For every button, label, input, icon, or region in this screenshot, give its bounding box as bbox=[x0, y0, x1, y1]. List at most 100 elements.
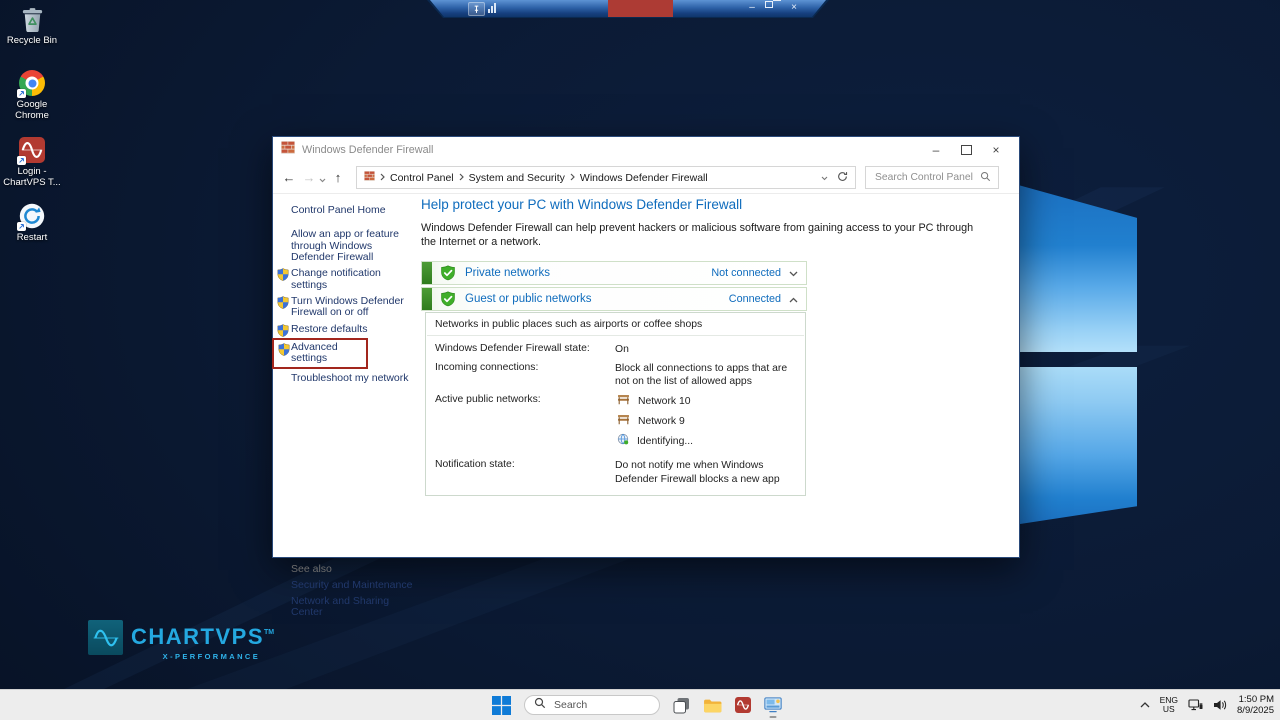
public-network-bench-icon bbox=[617, 414, 630, 429]
sidebar-link-network-and-sharing-center[interactable]: Network and Sharing Center bbox=[291, 596, 421, 619]
see-also-header: See also bbox=[291, 564, 421, 575]
up-button[interactable]: ↑ bbox=[328, 170, 348, 185]
rdp-connection-bar[interactable]: – × bbox=[430, 0, 826, 17]
sidebar-link-security-and-maintenance[interactable]: Security and Maintenance bbox=[291, 580, 421, 591]
desktop-icon-label: Recycle Bin bbox=[0, 36, 64, 47]
incoming-connections-value: Block all connections to apps that are n… bbox=[615, 362, 796, 389]
desktop-icon-recycle-bin[interactable]: Recycle Bin bbox=[0, 6, 64, 47]
window-main-content: Help protect your PC with Windows Defend… bbox=[421, 197, 1021, 496]
address-dropdown-chevron-icon[interactable] bbox=[821, 172, 828, 184]
sidebar-item-change-notification-settings[interactable]: Change notification settings bbox=[275, 268, 409, 291]
refresh-icon[interactable] bbox=[837, 171, 848, 185]
shortcut-arrow-icon bbox=[17, 89, 26, 98]
window-titlebar[interactable]: Windows Defender Firewall – × bbox=[273, 137, 1019, 162]
taskbar-search-input[interactable] bbox=[552, 698, 650, 712]
desktop-icon-restart[interactable]: Restart bbox=[0, 203, 64, 244]
recent-pages-chevron-icon[interactable] bbox=[319, 170, 326, 188]
desktop-icon-label: Google Chrome bbox=[0, 100, 64, 122]
speaker-icon[interactable] bbox=[1213, 699, 1227, 711]
breadcrumb-chevron-icon bbox=[459, 172, 464, 184]
pin-icon[interactable] bbox=[468, 2, 485, 16]
search-input[interactable] bbox=[873, 171, 980, 184]
control-panel-app-button[interactable] bbox=[764, 697, 782, 713]
sidebar-item-label: Change notification settings bbox=[291, 267, 381, 290]
sidebar-item-advanced-settings[interactable]: Advanced settings bbox=[272, 338, 368, 369]
start-button[interactable] bbox=[492, 696, 511, 715]
identifying-label: Identifying... bbox=[637, 435, 693, 448]
sidebar-item-turn-firewall-on-off[interactable]: Turn Windows Defender Firewall on or off bbox=[275, 296, 409, 319]
network-section-name: Private networks bbox=[465, 267, 711, 279]
green-status-bar bbox=[422, 288, 432, 310]
window-sidebar: Control Panel Home Allow an app or featu… bbox=[273, 194, 421, 557]
brand-name: CHARTVPSTM bbox=[131, 620, 274, 650]
breadcrumb-chevron-icon bbox=[380, 172, 385, 184]
firewall-state-label: Windows Defender Firewall state: bbox=[435, 343, 615, 356]
taskbar-search[interactable] bbox=[524, 695, 660, 715]
file-explorer-button[interactable] bbox=[703, 698, 722, 713]
private-networks-row[interactable]: Private networks Not connected bbox=[421, 261, 807, 285]
shortcut-arrow-icon bbox=[17, 156, 26, 165]
clock-time: 1:50 PM bbox=[1237, 694, 1274, 705]
forward-button[interactable]: → bbox=[299, 170, 319, 185]
firewall-brick-icon bbox=[281, 141, 295, 159]
sidebar-item-label: Advanced settings bbox=[291, 341, 338, 364]
sidebar-item-control-panel-home[interactable]: Control Panel Home bbox=[291, 205, 421, 216]
active-network-name: Network 9 bbox=[638, 415, 685, 428]
guest-public-networks-row[interactable]: Guest or public networks Connected bbox=[421, 287, 807, 311]
active-network-name: Network 10 bbox=[638, 395, 691, 408]
window-minimize-button[interactable]: – bbox=[921, 139, 951, 161]
sidebar-item-allow-app[interactable]: Allow an app or feature through Windows … bbox=[291, 229, 409, 263]
active-public-networks-label: Active public networks: bbox=[435, 394, 615, 453]
window-toolbar: ← → ↑ Control Panel System and Secu bbox=[273, 162, 1019, 194]
firewall-state-value: On bbox=[615, 343, 796, 356]
control-panel-search[interactable] bbox=[865, 166, 999, 189]
active-network-item: Network 9 bbox=[617, 414, 796, 429]
firewall-brick-icon bbox=[364, 171, 375, 184]
rdp-restore-button[interactable] bbox=[767, 1, 779, 15]
window-close-button[interactable]: × bbox=[981, 139, 1011, 161]
language-indicator[interactable]: ENG US bbox=[1160, 696, 1178, 715]
desktop-icon-login-chartvps[interactable]: Login - ChartVPS T... bbox=[0, 137, 64, 189]
tray-chevron-up-icon[interactable] bbox=[1140, 702, 1150, 708]
green-shield-check-icon bbox=[440, 291, 456, 307]
uac-shield-icon bbox=[277, 268, 289, 284]
shortcut-arrow-icon bbox=[17, 222, 26, 231]
sidebar-item-troubleshoot-network[interactable]: Troubleshoot my network bbox=[291, 373, 409, 384]
public-network-bench-icon bbox=[617, 394, 630, 409]
chartvps-brand-logo: CHARTVPSTM X-PERFORMANCE bbox=[88, 620, 274, 661]
incoming-connections-label: Incoming connections: bbox=[435, 362, 615, 389]
search-icon bbox=[980, 169, 991, 187]
recycle-bin-icon bbox=[19, 20, 46, 37]
details-subtitle: Networks in public places such as airpor… bbox=[426, 313, 805, 335]
network-section-name: Guest or public networks bbox=[465, 293, 729, 305]
desktop-icon-label: Login - ChartVPS T... bbox=[0, 167, 64, 189]
window-maximize-button[interactable] bbox=[951, 139, 981, 161]
chartvps-icon bbox=[735, 697, 751, 713]
rdp-close-button[interactable]: × bbox=[788, 1, 800, 15]
notification-state-value: Do not notify me when Windows Defender F… bbox=[615, 459, 796, 486]
task-view-button[interactable] bbox=[673, 697, 690, 714]
desktop-icon-label: Restart bbox=[0, 233, 64, 244]
running-app-indicator bbox=[770, 716, 777, 719]
redaction-block bbox=[608, 0, 673, 17]
taskbar-clock[interactable]: 1:50 PM 8/9/2025 bbox=[1237, 694, 1274, 716]
sidebar-item-label: Restore defaults bbox=[291, 323, 367, 335]
breadcrumb-windows-defender-firewall[interactable]: Windows Defender Firewall bbox=[580, 172, 708, 184]
back-button[interactable]: ← bbox=[279, 170, 299, 185]
network-tray-icon[interactable] bbox=[1188, 699, 1203, 712]
breadcrumb-system-and-security[interactable]: System and Security bbox=[469, 172, 565, 184]
windows-defender-firewall-window: Windows Defender Firewall – × ← → ↑ bbox=[272, 136, 1020, 558]
network-status: Connected bbox=[729, 293, 781, 305]
identifying-globe-icon bbox=[617, 433, 629, 449]
taskbar: ENG US 1:50 PM 8/9/2025 bbox=[0, 689, 1280, 720]
brand-trademark: TM bbox=[264, 629, 274, 636]
desktop-icon-google-chrome[interactable]: Google Chrome bbox=[0, 70, 64, 122]
address-bar[interactable]: Control Panel System and Security Window… bbox=[356, 166, 856, 189]
chevron-up-icon bbox=[789, 297, 798, 303]
breadcrumb-control-panel[interactable]: Control Panel bbox=[390, 172, 454, 184]
page-title: Help protect your PC with Windows Defend… bbox=[421, 197, 1021, 212]
network-status: Not connected bbox=[711, 267, 781, 279]
chartvps-app-button[interactable] bbox=[735, 697, 751, 713]
sidebar-item-restore-defaults[interactable]: Restore defaults bbox=[275, 324, 409, 335]
rdp-minimize-button[interactable]: – bbox=[746, 1, 758, 15]
